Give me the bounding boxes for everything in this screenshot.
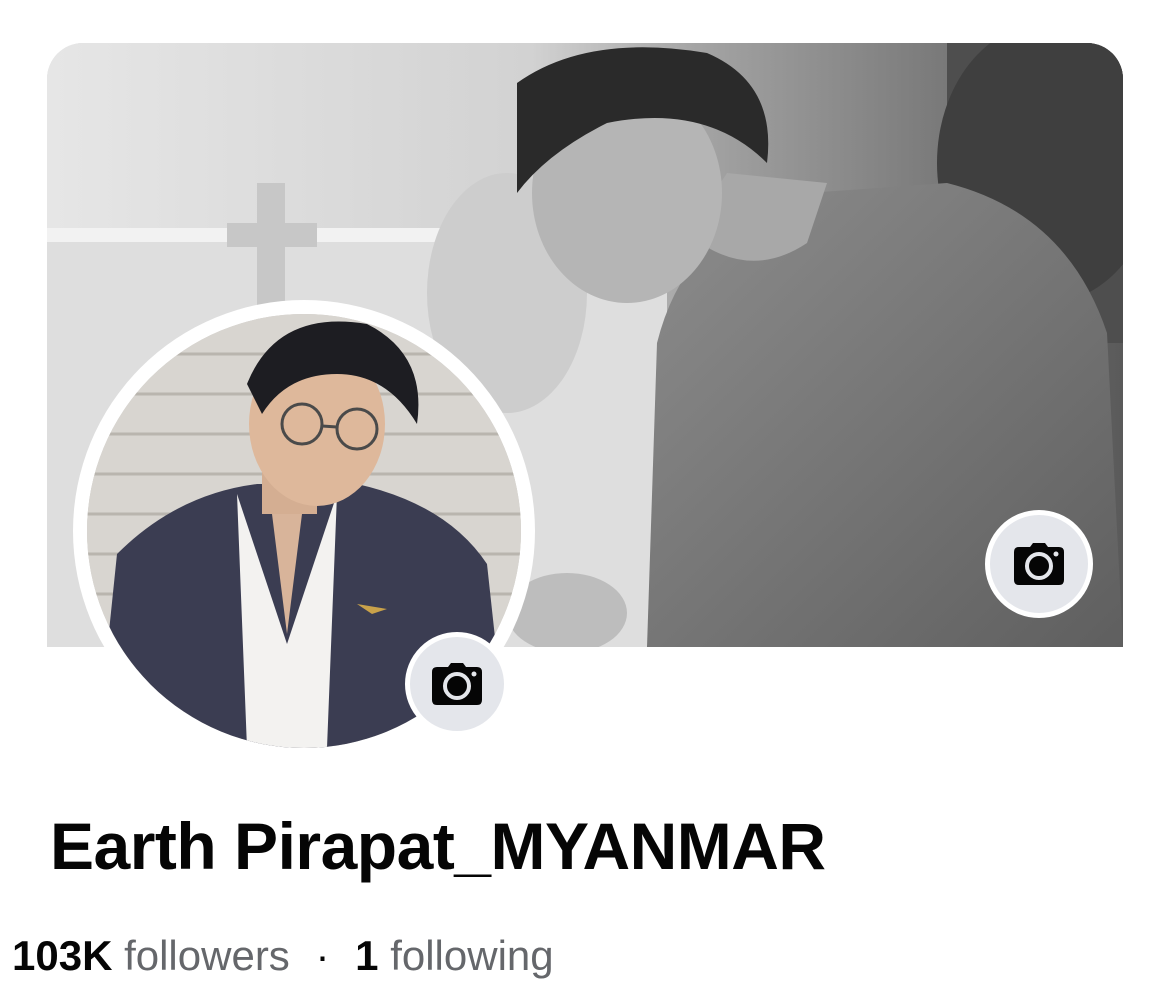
stats-separator: · (315, 932, 330, 979)
edit-profile-picture-button[interactable] (405, 632, 509, 736)
followers-count: 103K (12, 932, 113, 979)
followers-link[interactable]: 103K followers (12, 932, 301, 979)
following-label: following (390, 932, 554, 979)
edit-cover-photo-button[interactable] (985, 510, 1093, 618)
profile-stats: 103K followers · 1 following (12, 932, 554, 980)
profile-name: Earth Pirapat_MYANMAR (50, 809, 826, 883)
camera-icon (1014, 543, 1064, 585)
camera-icon (432, 663, 482, 705)
following-count: 1 (355, 932, 379, 979)
following-link[interactable]: 1 following (355, 932, 553, 979)
followers-label: followers (124, 932, 290, 979)
